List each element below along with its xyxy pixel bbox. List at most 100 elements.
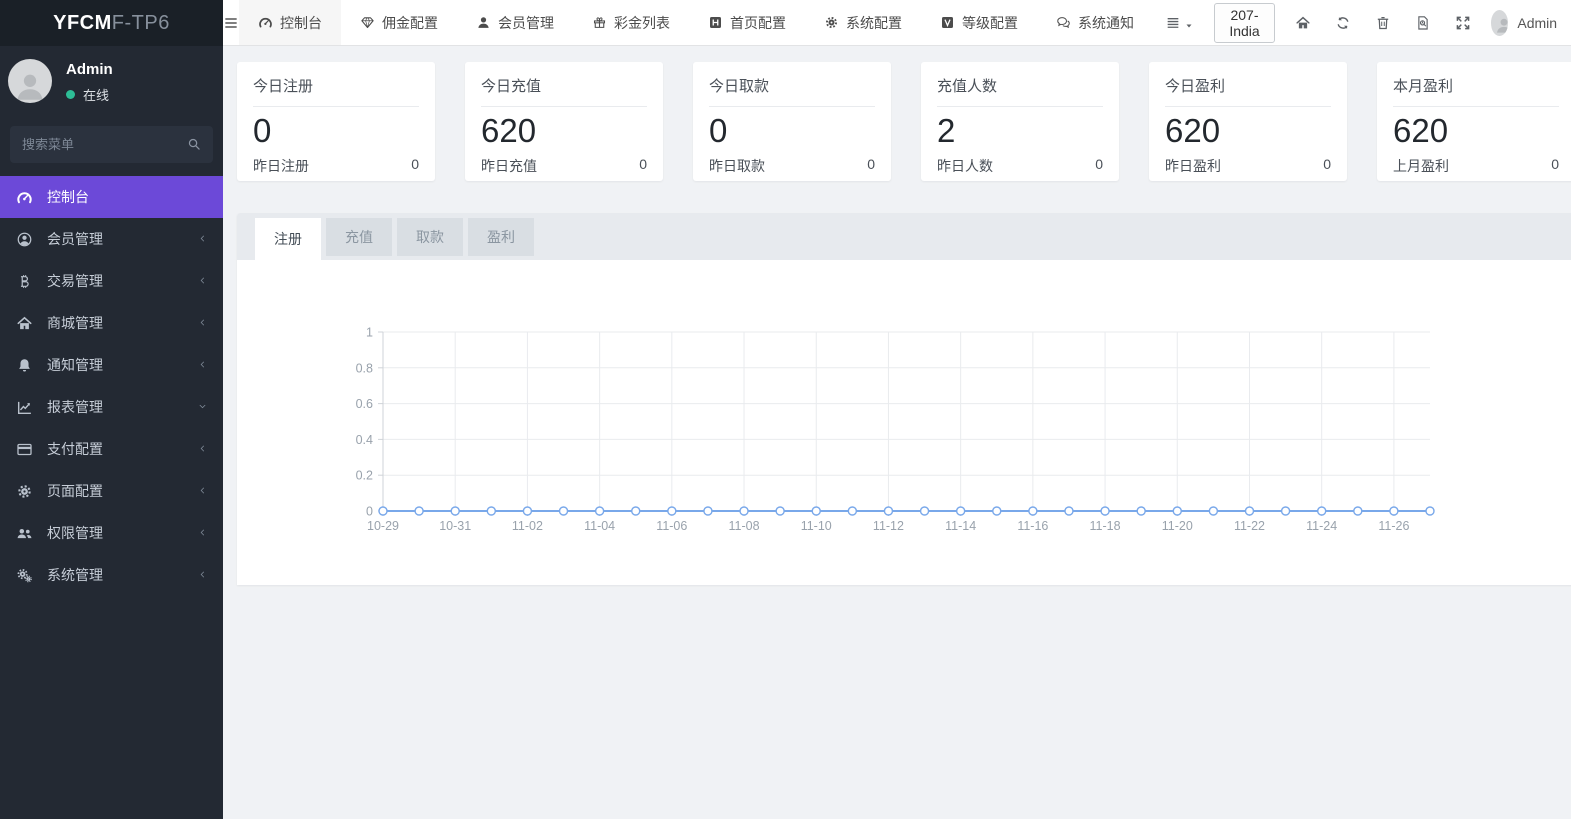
nav-item-label: 系统配置 (846, 13, 902, 33)
clear-cache-icon (1415, 15, 1431, 31)
svg-text:0.4: 0.4 (356, 433, 373, 447)
line-chart: 00.20.40.60.8110-2910-3111-0211-0411-061… (237, 260, 1571, 585)
nav-item-label: 系统通知 (1078, 13, 1134, 33)
sidebar-item[interactable]: 控制台 (0, 176, 223, 218)
sidebar-item[interactable]: 支付配置 (0, 428, 223, 470)
sidebar-item-label: 控制台 (47, 187, 208, 207)
sidebar-toggle-button[interactable] (223, 0, 239, 45)
stat-card-value: 0 (253, 114, 419, 149)
stat-card-title: 今日盈利 (1165, 75, 1331, 96)
nav-item-label: 首页配置 (730, 13, 786, 33)
clear-cache-button[interactable] (1403, 0, 1443, 45)
stat-card-sub-value: 0 (639, 156, 647, 176)
person-icon (12, 65, 48, 103)
nav-item[interactable]: 系统配置 (805, 0, 921, 45)
sidebar-item[interactable]: 商城管理 (0, 302, 223, 344)
tab-inactive[interactable]: 取款 (397, 218, 463, 256)
user-icon (476, 15, 491, 30)
sidebar-item[interactable]: 权限管理 (0, 512, 223, 554)
tab-inactive[interactable]: 充值 (326, 218, 392, 256)
nav-item[interactable]: 彩金列表 (573, 0, 689, 45)
home-button[interactable] (1283, 0, 1323, 45)
stat-cards-row: 今日注册0昨日注册0今日充值620昨日充值0今日取款0昨日取款0充值人数2昨日人… (237, 62, 1571, 181)
stat-card: 今日注册0昨日注册0 (237, 62, 435, 181)
nav-item[interactable]: 佣金配置 (341, 0, 457, 45)
navbar-avatar[interactable] (1491, 10, 1508, 36)
page-content: 今日注册0昨日注册0今日充值620昨日充值0今日取款0昨日取款0充值人数2昨日人… (223, 46, 1571, 585)
gear-icon (16, 483, 33, 500)
stat-card-value: 620 (481, 114, 647, 149)
site-selector-button[interactable]: 207-India (1214, 3, 1275, 43)
nav-item-label: 彩金列表 (614, 13, 670, 33)
menu-list-dropdown[interactable] (1153, 0, 1206, 45)
chevron-left-icon (197, 441, 208, 452)
nav-item[interactable]: 等级配置 (921, 0, 1037, 45)
tab-active[interactable]: 注册 (255, 218, 321, 260)
stat-card-value: 0 (709, 114, 875, 149)
svg-text:11-22: 11-22 (1234, 519, 1265, 533)
stat-card-sub-value: 0 (867, 156, 875, 176)
sidebar-item[interactable]: 报表管理 (0, 386, 223, 428)
refresh-button[interactable] (1323, 0, 1363, 45)
divider (937, 106, 1103, 107)
sidebar-item-label: 支付配置 (47, 439, 197, 459)
stat-card-sub-label: 昨日盈利 (1165, 156, 1221, 176)
stat-card-title: 充值人数 (937, 75, 1103, 96)
search-input[interactable] (10, 126, 213, 163)
nav-item[interactable]: 系统通知 (1037, 0, 1153, 45)
credit-card-icon (16, 441, 33, 458)
bars-icon (223, 15, 239, 31)
nav-item-label: 会员管理 (498, 13, 554, 33)
stat-card-sub-label: 昨日注册 (253, 156, 309, 176)
user-panel: Admin 在线 (0, 46, 223, 110)
trash-button[interactable] (1363, 0, 1403, 45)
stat-card-title: 本月盈利 (1393, 75, 1559, 96)
svg-text:11-08: 11-08 (729, 519, 760, 533)
svg-text:11-18: 11-18 (1090, 519, 1121, 533)
svg-text:11-24: 11-24 (1306, 519, 1337, 533)
svg-text:11-12: 11-12 (873, 519, 904, 533)
v-square-icon (940, 15, 955, 30)
sidebar-item-label: 权限管理 (47, 523, 197, 543)
tab-inactive[interactable]: 盈利 (468, 218, 534, 256)
horizontal-scrollbar[interactable] (0, 819, 1571, 826)
nav-item[interactable]: 控制台 (239, 0, 341, 45)
nav-item[interactable]: 首页配置 (689, 0, 805, 45)
search-icon (186, 136, 202, 152)
home-icon (16, 315, 33, 332)
refresh-icon (1335, 15, 1351, 31)
chevron-left-icon (197, 315, 208, 326)
stat-card-title: 今日注册 (253, 75, 419, 96)
nav-item[interactable]: 会员管理 (457, 0, 573, 45)
chart-panel: 注册充值取款盈利 00.20.40.60.8110-2910-3111-0211… (237, 213, 1571, 585)
svg-text:11-16: 11-16 (1017, 519, 1048, 533)
tachometer-icon (16, 189, 33, 206)
sidebar-item[interactable]: 会员管理 (0, 218, 223, 260)
sidebar-item[interactable]: 交易管理 (0, 260, 223, 302)
svg-text:1: 1 (366, 326, 373, 340)
user-circle-icon (16, 231, 33, 248)
expand-button[interactable] (1443, 0, 1483, 45)
chevron-left-icon (197, 483, 208, 494)
sidebar-search (10, 126, 213, 163)
chevron-left-icon (197, 567, 208, 578)
trash-icon (1375, 15, 1391, 31)
stat-card-sub-value: 0 (1095, 156, 1103, 176)
sidebar-item[interactable]: 系统管理 (0, 554, 223, 596)
chevron-left-icon (197, 273, 208, 284)
expand-icon (1455, 15, 1471, 31)
cogs-icon (16, 567, 33, 584)
svg-text:11-26: 11-26 (1378, 519, 1409, 533)
sidebar-item-label: 报表管理 (47, 397, 197, 417)
person-icon (1494, 13, 1508, 36)
navbar-admin-name[interactable]: Admin (1517, 15, 1557, 31)
sidebar-item-label: 页面配置 (47, 481, 197, 501)
svg-text:11-10: 11-10 (801, 519, 832, 533)
sidebar-item-label: 通知管理 (47, 355, 197, 375)
sidebar-item[interactable]: 页面配置 (0, 470, 223, 512)
svg-text:11-04: 11-04 (584, 519, 615, 533)
sidebar-item[interactable]: 通知管理 (0, 344, 223, 386)
stat-card-sub-label: 昨日取款 (709, 156, 765, 176)
nav-item-label: 控制台 (280, 13, 322, 33)
users-icon (16, 525, 33, 542)
